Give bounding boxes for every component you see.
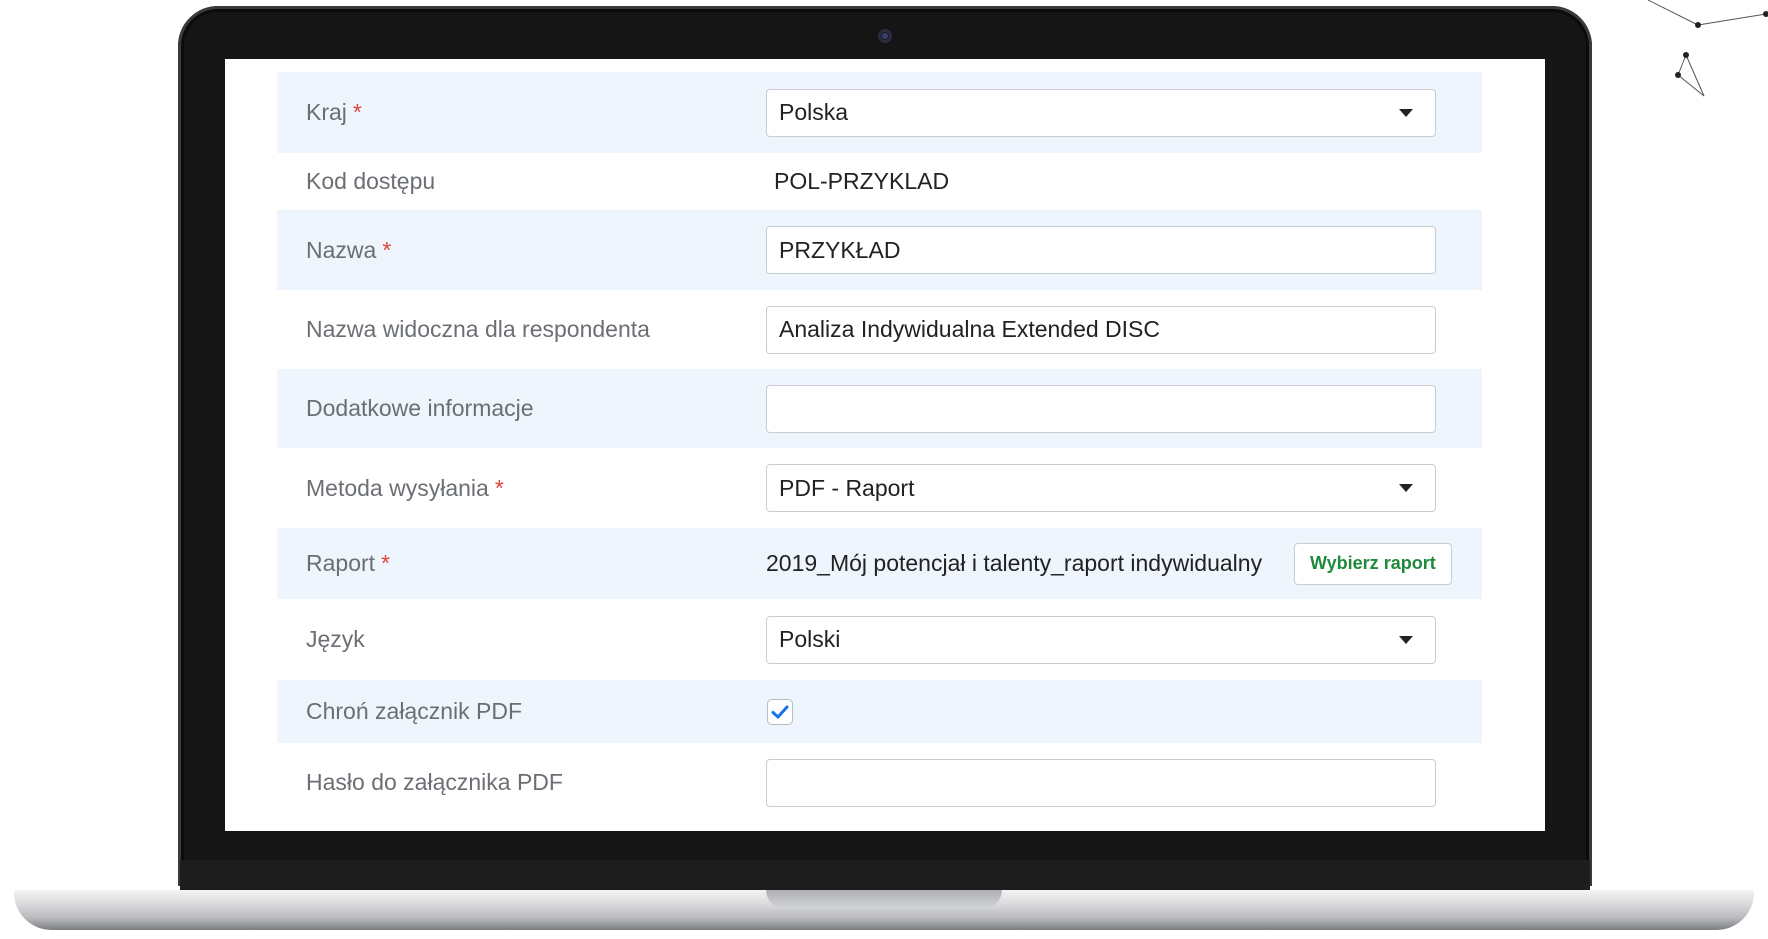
- webcam-icon: [878, 29, 892, 43]
- protect-pdf-label: Chroń załącznik PDF: [306, 698, 523, 724]
- laptop-lid-notch: [766, 890, 1002, 908]
- country-select-value: Polska: [779, 99, 849, 125]
- extra-info-label: Dodatkowe informacje: [306, 395, 534, 421]
- report-value: 2019_Mój potencjał i talenty_raport indy…: [766, 550, 1263, 576]
- send-method-label: Metoda wysyłania *: [306, 474, 504, 501]
- form-row-pdf-password: Hasło do załącznika PDF: [277, 743, 1482, 822]
- pdf-password-input[interactable]: [766, 758, 1436, 807]
- respondent-name-input[interactable]: [766, 305, 1436, 354]
- caret-down-icon: [1399, 635, 1413, 644]
- extra-info-input[interactable]: [766, 384, 1436, 433]
- caret-down-icon: [1399, 484, 1413, 492]
- form-row-report: Raport * 2019_Mój potencjał i talenty_rap…: [277, 528, 1482, 599]
- respondent-name-label: Nazwa widoczna dla respondenta: [306, 316, 650, 342]
- form-row-access-code: Kod dostępu POL-PRZYKLAD: [277, 153, 1482, 210]
- form-row-send-method: Metoda wysyłania * PDF - Raport: [277, 448, 1482, 528]
- send-method-select-value: PDF - Raport: [779, 474, 915, 501]
- survey-settings-form: Kraj * Polska Kod dostępu POL-PRZYKLAD Na…: [277, 72, 1482, 822]
- choose-report-button[interactable]: Wybierz raport: [1294, 542, 1452, 585]
- language-select-value: Polski: [779, 626, 841, 652]
- language-label: Język: [306, 626, 365, 652]
- form-row-name: Nazwa *: [277, 210, 1482, 290]
- pdf-password-label: Hasło do załącznika PDF: [306, 769, 563, 795]
- form-row-respondent-name: Nazwa widoczna dla respondenta: [277, 290, 1482, 369]
- access-code-label: Kod dostępu: [306, 168, 436, 194]
- language-select[interactable]: Polski: [766, 615, 1436, 664]
- form-row-protect-pdf: Chroń załącznik PDF: [277, 680, 1482, 743]
- name-input[interactable]: [766, 226, 1436, 274]
- report-label: Raport *: [306, 550, 390, 576]
- name-label: Nazwa *: [306, 236, 392, 263]
- decorative-network-graphic: [1648, 0, 1768, 97]
- required-mark: *: [494, 474, 504, 501]
- send-method-select[interactable]: PDF - Raport: [766, 464, 1436, 512]
- protect-pdf-checkbox[interactable]: [767, 698, 793, 725]
- form-row-extra-info: Dodatkowe informacje: [277, 369, 1482, 448]
- required-mark: *: [382, 236, 392, 263]
- checkmark-icon: [771, 705, 789, 718]
- laptop-screen-chin: [180, 860, 1590, 892]
- country-label: Kraj *: [306, 99, 362, 125]
- required-mark: *: [352, 99, 362, 125]
- caret-down-icon: [1399, 108, 1413, 117]
- required-mark: *: [381, 550, 390, 576]
- country-select[interactable]: Polska: [766, 88, 1436, 137]
- laptop-screen: Kraj * Polska Kod dostępu POL-PRZYKLAD Na…: [225, 59, 1545, 831]
- access-code-value: POL-PRZYKLAD: [774, 168, 950, 194]
- form-row-country: Kraj * Polska: [277, 72, 1482, 153]
- form-row-language: Język Polski: [277, 599, 1482, 680]
